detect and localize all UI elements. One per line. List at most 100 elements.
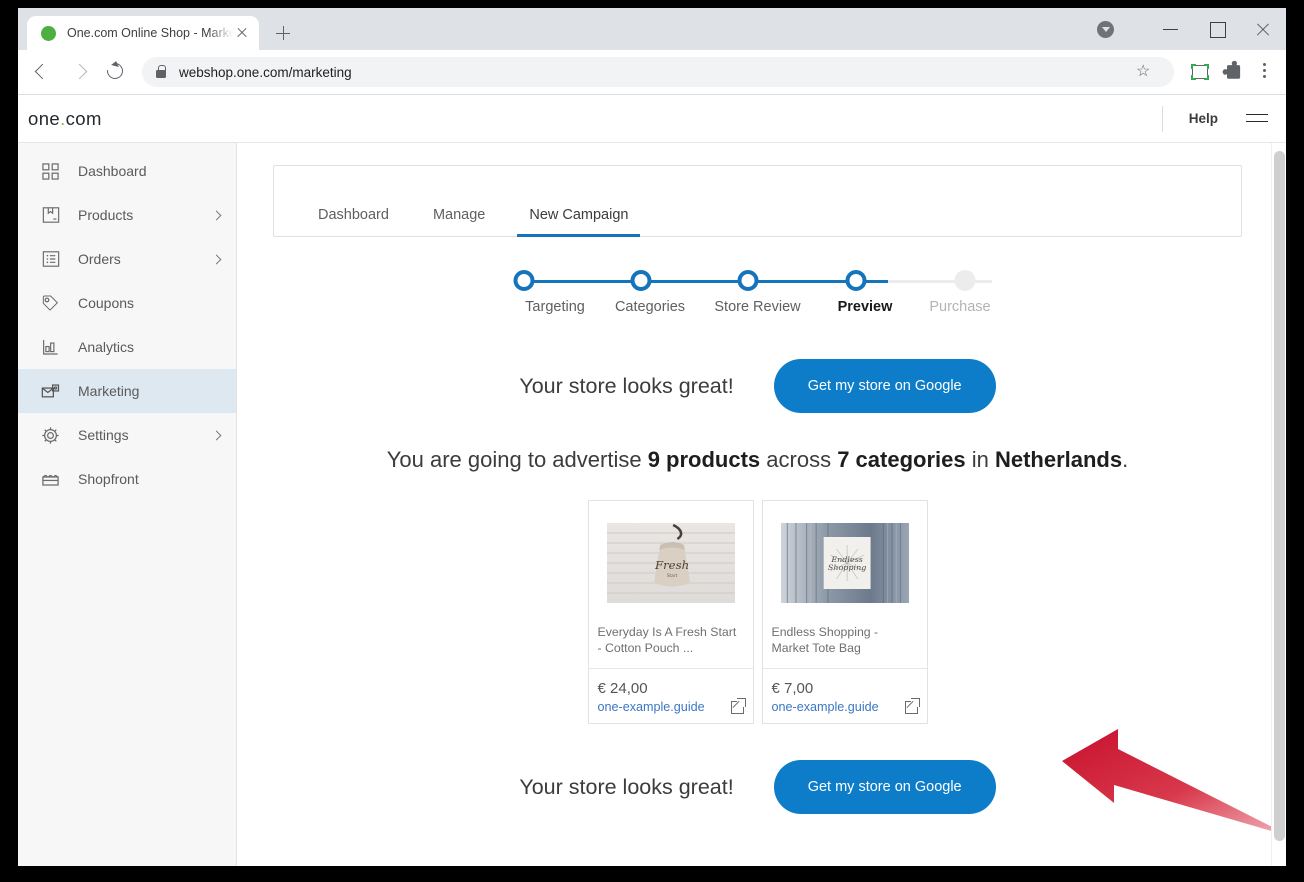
- tab-close-icon[interactable]: [233, 24, 251, 42]
- get-my-store-on-google-button-top[interactable]: Get my store on Google: [774, 359, 996, 413]
- summary-middle: across: [760, 447, 837, 472]
- megaphone-mail-icon: [40, 381, 61, 402]
- product-link-row: one-example.guide: [589, 700, 753, 723]
- new-tab-button[interactable]: [269, 19, 297, 47]
- browser-window: One.com Online Shop - Marketing webshop.…: [18, 8, 1286, 866]
- stepper-line-active: [524, 280, 888, 283]
- close-icon[interactable]: [1240, 8, 1286, 50]
- stepper-label-preview[interactable]: Preview: [813, 299, 918, 315]
- one-com-logo[interactable]: one.com: [28, 108, 102, 130]
- sidebar-item-label: Analytics: [78, 339, 220, 355]
- tag-icon: [40, 293, 61, 314]
- stepper-dot-preview[interactable]: [845, 270, 866, 291]
- svg-text:Start: Start: [666, 573, 677, 578]
- tab-new-campaign[interactable]: New Campaign: [529, 207, 628, 236]
- window-controls: [1097, 8, 1286, 50]
- three-dot-menu-icon[interactable]: [1249, 57, 1279, 87]
- product-card[interactable]: Endless Shopping Endless Shopping - Mark…: [762, 500, 928, 724]
- browser-tab-strip: One.com Online Shop - Marketing: [18, 8, 1286, 50]
- product-link[interactable]: one-example.guide: [772, 700, 879, 714]
- tab-title: One.com Online Shop - Marketing: [67, 26, 233, 40]
- summary-products: 9 products: [648, 447, 760, 472]
- product-image-wrap: Endless Shopping: [763, 501, 927, 625]
- tab-dashboard[interactable]: Dashboard: [318, 207, 389, 236]
- summary-connector: in: [966, 447, 995, 472]
- logo-suffix: com: [66, 108, 102, 129]
- sidebar-item-label: Coupons: [78, 295, 220, 311]
- app-header-right: Help: [1162, 106, 1268, 132]
- sidebar-nav: Dashboard Products: [18, 143, 237, 866]
- reload-button[interactable]: [97, 54, 133, 90]
- stepper-labels: Targeting Categories Store Review Previe…: [513, 299, 1003, 315]
- product-link-row: one-example.guide: [763, 700, 927, 723]
- screen-capture-icon[interactable]: [1185, 57, 1215, 87]
- summary-country: Netherlands: [995, 447, 1122, 472]
- minimize-icon[interactable]: [1148, 8, 1194, 50]
- summary-categories: 7 categories: [837, 447, 965, 472]
- tab-manage[interactable]: Manage: [433, 207, 485, 236]
- hero-top-text: Your store looks great!: [519, 374, 733, 399]
- page-scrollbar[interactable]: [1271, 143, 1286, 866]
- stepper-dot-categories[interactable]: [630, 270, 651, 291]
- sidebar-item-coupons[interactable]: Coupons: [18, 281, 236, 325]
- storefront-icon: [40, 469, 61, 490]
- sidebar-item-orders[interactable]: Orders: [18, 237, 236, 281]
- summary-suffix: .: [1122, 447, 1128, 472]
- stepper-track: [513, 270, 1003, 292]
- external-link-icon[interactable]: [731, 701, 744, 714]
- hamburger-menu-icon[interactable]: [1246, 112, 1268, 126]
- svg-text:Fresh: Fresh: [653, 558, 688, 572]
- url-text: webshop.one.com/marketing: [179, 65, 352, 80]
- sidebar-item-products[interactable]: Products: [18, 193, 236, 237]
- bar-chart-icon: [40, 337, 61, 358]
- forward-button[interactable]: [61, 54, 97, 90]
- list-icon: [40, 249, 61, 270]
- gear-icon: [40, 425, 61, 446]
- stepper-label-store-review[interactable]: Store Review: [703, 299, 813, 315]
- stepper-label-targeting[interactable]: Targeting: [513, 299, 598, 315]
- product-card-list: Fresh Start Everyday Is A Fresh Start - …: [273, 500, 1242, 724]
- product-price: € 24,00: [589, 669, 753, 700]
- app-body: Dashboard Products: [18, 143, 1286, 866]
- sidebar-item-label: Orders: [78, 251, 213, 267]
- stepper-label-categories[interactable]: Categories: [598, 299, 703, 315]
- sidebar-item-marketing[interactable]: Marketing: [18, 369, 236, 413]
- puzzle-piece-icon[interactable]: [1217, 57, 1247, 87]
- get-my-store-on-google-button-bottom[interactable]: Get my store on Google: [774, 760, 996, 814]
- sync-badge-icon[interactable]: [1097, 21, 1114, 38]
- stepper-label-purchase: Purchase: [918, 299, 1003, 315]
- svg-text:Shopping: Shopping: [827, 563, 866, 572]
- maximize-icon[interactable]: [1194, 8, 1240, 50]
- tab-favicon-icon: [41, 26, 56, 41]
- sidebar-item-analytics[interactable]: Analytics: [18, 325, 236, 369]
- back-button[interactable]: [25, 54, 61, 90]
- bookmark-star-icon[interactable]: ☆: [1130, 57, 1160, 87]
- header-divider: [1162, 106, 1163, 132]
- sidebar-item-settings[interactable]: Settings: [18, 413, 236, 457]
- chevron-right-icon: [212, 430, 222, 440]
- sidebar-item-shopfront[interactable]: Shopfront: [18, 457, 236, 501]
- sidebar-item-dashboard[interactable]: Dashboard: [18, 149, 236, 193]
- main-content: Dashboard Manage New Campaign: [237, 143, 1286, 866]
- scrollbar-thumb[interactable]: [1274, 151, 1285, 841]
- lock-icon: [156, 70, 166, 78]
- sidebar-item-label: Shopfront: [78, 471, 220, 487]
- product-card[interactable]: Fresh Start Everyday Is A Fresh Start - …: [588, 500, 754, 724]
- help-link[interactable]: Help: [1189, 111, 1218, 126]
- grid-icon: [40, 161, 61, 182]
- stepper-dot-targeting[interactable]: [513, 270, 534, 291]
- stepper-dot-purchase: [954, 270, 975, 291]
- app-header: one.com Help: [18, 95, 1286, 143]
- page-viewport: one.com Help Dashboard: [18, 95, 1286, 866]
- campaign-tabs: Dashboard Manage New Campaign: [273, 165, 1242, 237]
- campaign-summary: You are going to advertise 9 products ac…: [273, 447, 1242, 473]
- browser-tab[interactable]: One.com Online Shop - Marketing: [27, 16, 259, 50]
- hero-bottom-text: Your store looks great!: [519, 775, 733, 800]
- product-thumbnail-cotton-pouch: Fresh Start: [607, 523, 735, 603]
- stepper-dot-store-review[interactable]: [737, 270, 758, 291]
- address-bar[interactable]: webshop.one.com/marketing ☆: [142, 57, 1174, 87]
- external-link-icon[interactable]: [905, 701, 918, 714]
- product-link[interactable]: one-example.guide: [598, 700, 705, 714]
- product-title: Everyday Is A Fresh Start - Cotton Pouch…: [589, 625, 753, 669]
- chevron-right-icon: [212, 210, 222, 220]
